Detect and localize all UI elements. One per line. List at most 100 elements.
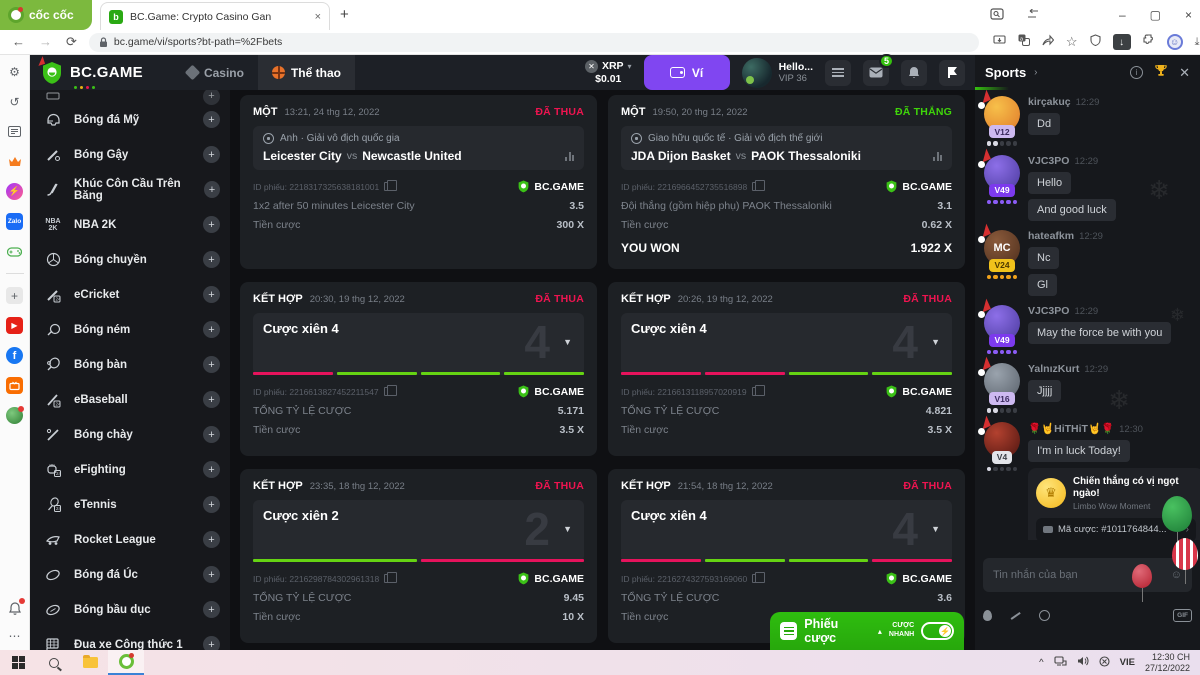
new-tab-button[interactable]: +: [340, 6, 349, 23]
sidebar-item-ice-hockey[interactable]: Khúc Côn Cầu Trên Băng +: [30, 172, 230, 207]
expand-plus-button[interactable]: +: [204, 181, 220, 198]
chevron-right-icon[interactable]: ›: [1034, 67, 1037, 78]
chat-close-icon[interactable]: ✕: [1179, 65, 1190, 81]
file-explorer-icon[interactable]: [72, 650, 108, 675]
combo-box[interactable]: Cược xiên 4 4 ▼: [253, 313, 584, 375]
expand-plus-button[interactable]: +: [203, 426, 220, 443]
betslip-button[interactable]: Phiếu cược ▴ CƯỢCNHANH ⚡: [770, 612, 964, 650]
browser-tab[interactable]: b BC.Game: Crypto Casino Gan ×: [100, 2, 330, 30]
expand-plus-button[interactable]: +: [203, 321, 220, 338]
tab-search-icon[interactable]: [990, 8, 1004, 23]
settings-gear-icon[interactable]: ⚙: [6, 63, 23, 80]
bcgame-logo[interactable]: BC.GAME: [40, 61, 143, 85]
news-flag-icon[interactable]: [939, 60, 965, 86]
expand-plus-button[interactable]: +: [203, 391, 220, 408]
browser-profile-avatar[interactable]: ☺: [1167, 34, 1183, 50]
chat-message-input[interactable]: Tin nhắn của bạn ☺: [983, 558, 1192, 592]
info-icon[interactable]: i: [1130, 66, 1143, 79]
quick-bet-toggle[interactable]: ⚡: [921, 622, 954, 640]
chat-username[interactable]: YalnızKurt12:29: [1028, 363, 1192, 375]
sidebar-item-nba2k[interactable]: NBA2K NBA 2K +: [30, 207, 230, 242]
add-shortcut-icon[interactable]: +: [6, 287, 23, 304]
sidebar-item-etennis[interactable]: 24 eTennis +: [30, 487, 230, 522]
sidebar-item-baseball[interactable]: Bóng chày +: [30, 417, 230, 452]
expand-plus-button[interactable]: +: [203, 90, 220, 105]
bookmark-star-icon[interactable]: ☆: [1066, 34, 1078, 50]
rain-drop-icon[interactable]: [983, 610, 992, 621]
forward-button[interactable]: →: [39, 34, 52, 50]
expand-plus-button[interactable]: +: [203, 356, 220, 373]
sidebar-item-formula1[interactable]: Đua xe Công thức 1 +: [30, 627, 230, 650]
reload-button[interactable]: ⟳: [66, 34, 77, 50]
tab-close-icon[interactable]: ×: [315, 11, 321, 23]
chevron-down-icon[interactable]: ▼: [563, 337, 572, 347]
extensions-puzzle-icon[interactable]: [1143, 33, 1155, 51]
facebook-icon[interactable]: f: [6, 347, 23, 364]
shop-tv-icon[interactable]: [6, 377, 23, 394]
chat-username[interactable]: hateafkm12:29: [1028, 230, 1192, 242]
window-close-button[interactable]: ×: [1185, 8, 1192, 22]
expand-plus-button[interactable]: +: [203, 496, 220, 513]
copy-icon[interactable]: [752, 182, 760, 191]
download-manager-button[interactable]: ↓: [1113, 34, 1131, 50]
reading-list-icon[interactable]: [6, 123, 23, 140]
chat-username[interactable]: 🌹🤘HiTHiT🤘🌹12:30: [1028, 422, 1192, 435]
user-profile[interactable]: Hello... VIP 36: [742, 58, 813, 88]
menu-list-icon[interactable]: [825, 60, 851, 86]
zalo-icon[interactable]: Zalo: [6, 213, 23, 230]
coin-drop-icon[interactable]: [1039, 610, 1050, 621]
copy-icon[interactable]: [384, 387, 392, 396]
sidebar-item-ecricket[interactable]: 24 eCricket +: [30, 277, 230, 312]
mail-icon[interactable]: 5: [863, 60, 889, 86]
copy-icon[interactable]: [384, 574, 392, 583]
nav-casino[interactable]: Casino: [173, 55, 258, 90]
sports-ball-icon[interactable]: [6, 407, 23, 424]
sidebar-item-ebaseball[interactable]: 24 eBaseball +: [30, 382, 230, 417]
expand-plus-button[interactable]: +: [203, 636, 220, 650]
share-icon[interactable]: [1042, 33, 1054, 51]
expand-plus-button[interactable]: +: [203, 566, 220, 583]
trophy-icon[interactable]: [1154, 64, 1168, 82]
chat-username[interactable]: VJC3PO12:29: [1028, 305, 1192, 317]
expand-plus-button[interactable]: +: [203, 216, 220, 233]
sidebar-item-aussie-rules[interactable]: Bóng đá Úc +: [30, 557, 230, 592]
chat-rules-pencil-icon[interactable]: [1011, 612, 1021, 620]
taskbar-search-icon[interactable]: [36, 650, 72, 675]
youtube-icon[interactable]: ▶: [6, 317, 23, 334]
combo-box[interactable]: Cược xiên 4 4 ▼: [621, 313, 952, 375]
history-icon[interactable]: ↺: [6, 93, 23, 110]
chevron-down-icon[interactable]: ▼: [931, 524, 940, 534]
sidebar-item-partial[interactable]: +: [30, 90, 230, 102]
tray-app-icon[interactable]: [1099, 656, 1110, 670]
copy-icon[interactable]: [752, 574, 760, 583]
messenger-icon[interactable]: ⚡: [6, 183, 23, 200]
nav-sports[interactable]: Thể thao: [258, 55, 355, 90]
expand-plus-button[interactable]: +: [203, 111, 220, 128]
start-button[interactable]: [0, 650, 36, 675]
coccoc-taskbar-icon[interactable]: [108, 650, 144, 675]
sidebar-item-rugby[interactable]: Bóng bầu dục +: [30, 592, 230, 627]
chevron-down-icon[interactable]: ▼: [563, 524, 572, 534]
url-field[interactable]: bc.game/vi/sports?bt-path=%2Fbets: [89, 33, 979, 52]
expand-plus-button[interactable]: +: [203, 531, 220, 548]
expand-plus-button[interactable]: +: [203, 251, 220, 268]
sidebar-item-volleyball[interactable]: Bóng chuyền +: [30, 242, 230, 277]
match-box[interactable]: Giao hữu quốc tế · Giải vô địch thế giới…: [621, 126, 952, 170]
gif-button[interactable]: GIF: [1173, 609, 1192, 622]
window-minimize-button[interactable]: –: [1119, 8, 1126, 22]
stats-icon[interactable]: [565, 151, 574, 161]
user-avatar[interactable]: [742, 58, 772, 88]
wallet-button[interactable]: Ví: [644, 55, 730, 90]
tray-expand-chevron[interactable]: ^: [1039, 657, 1043, 668]
copy-icon[interactable]: [752, 387, 760, 396]
sidebar-item-rocket-league[interactable]: Rocket League +: [30, 522, 230, 557]
network-icon[interactable]: [1054, 656, 1067, 669]
send-to-device-icon[interactable]: [993, 33, 1006, 51]
expand-plus-button[interactable]: +: [203, 461, 220, 478]
expand-plus-button[interactable]: +: [203, 286, 220, 303]
chevron-down-icon[interactable]: ▼: [931, 337, 940, 347]
emoji-smiley-icon[interactable]: ☺: [1171, 569, 1182, 581]
clock[interactable]: 12:30 CH 27/12/2022: [1145, 652, 1190, 674]
sidebar-item-handball[interactable]: Bóng ném +: [30, 312, 230, 347]
chat-username[interactable]: kirçakuç12:29: [1028, 96, 1192, 108]
